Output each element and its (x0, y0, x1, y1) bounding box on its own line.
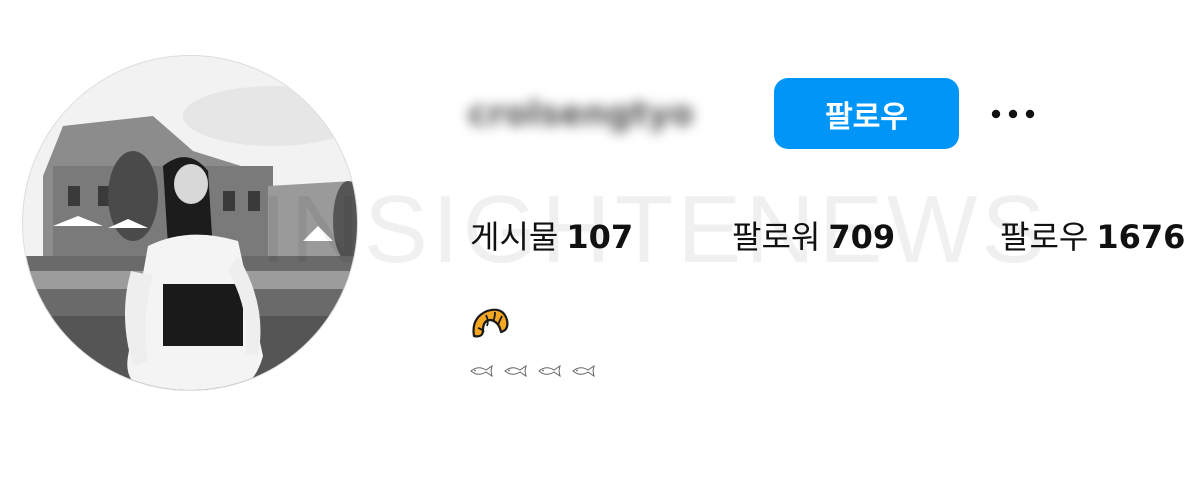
stat-posts-label: 게시물 (470, 218, 559, 256)
stat-followers-label: 팔로워 (732, 218, 821, 256)
croissant-icon (472, 308, 509, 338)
stat-following-label: 팔로우 (1000, 218, 1089, 256)
more-options-button[interactable] (986, 96, 1040, 132)
stat-following[interactable]: 팔로우 1676 (1000, 212, 1185, 258)
avatar-photo (23, 56, 357, 390)
fish-icon (572, 364, 595, 378)
follow-button[interactable]: 팔로우 (774, 78, 959, 149)
watermark: INSIGHTENEWS (260, 176, 1050, 283)
fish-icon (504, 364, 527, 378)
profile-username[interactable]: crolsengtyo (468, 94, 694, 134)
fish-icon (470, 364, 493, 378)
profile-avatar[interactable] (22, 55, 358, 391)
stat-followers[interactable]: 팔로워 709 (732, 212, 895, 258)
fish-icon (538, 364, 561, 378)
stat-followers-value: 709 (828, 218, 896, 256)
stat-following-value: 1676 (1096, 218, 1186, 256)
bio-fish-row (468, 364, 596, 378)
more-horizontal-icon (991, 109, 1035, 119)
stat-posts[interactable]: 게시물 107 (470, 212, 633, 258)
stat-posts-value: 107 (566, 218, 634, 256)
